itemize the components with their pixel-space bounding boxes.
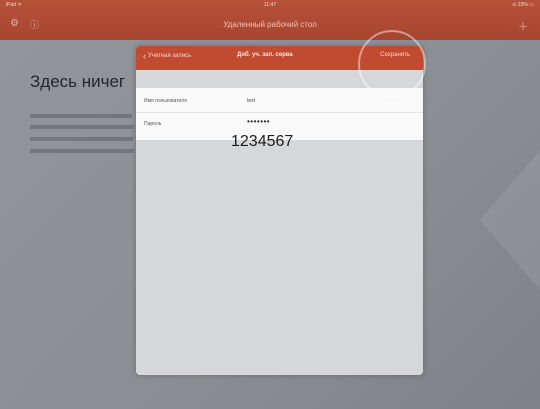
touch-indicator (358, 30, 426, 98)
password-label: Пароль (144, 121, 162, 127)
back-button[interactable]: ‹ Учетная запись (143, 51, 191, 61)
status-battery: ⊙ 23% ▭ (512, 2, 534, 8)
empty-state-text-line (30, 125, 134, 129)
username-field[interactable]: test (247, 98, 255, 104)
status-time: 11:47 (263, 2, 277, 8)
app-title: Удаленный рабочий стол (223, 20, 317, 29)
empty-state-text-line (30, 137, 133, 141)
empty-state-text-line (30, 114, 132, 118)
background-decoration (480, 150, 540, 290)
add-icon[interactable]: ＋ (518, 18, 528, 33)
dialog-title: Доб. уч. зап. серва (237, 52, 293, 58)
password-annotation: 1234567 (231, 133, 294, 150)
back-button-label: Учетная запись (148, 53, 192, 59)
empty-state-text-line (30, 149, 134, 153)
chevron-left-icon: ‹ (143, 51, 146, 61)
password-field[interactable]: ••••••• (247, 117, 270, 126)
password-row[interactable]: Пароль ••••••• (136, 113, 423, 135)
username-label: Имя пользователя (144, 98, 187, 104)
empty-state-heading: Здесь ничег (30, 72, 126, 91)
app-top-bar: iPad ᯤ 11:47 ⊙ 23% ▭ ⚙ ⓘ Удаленный рабоч… (0, 0, 540, 40)
